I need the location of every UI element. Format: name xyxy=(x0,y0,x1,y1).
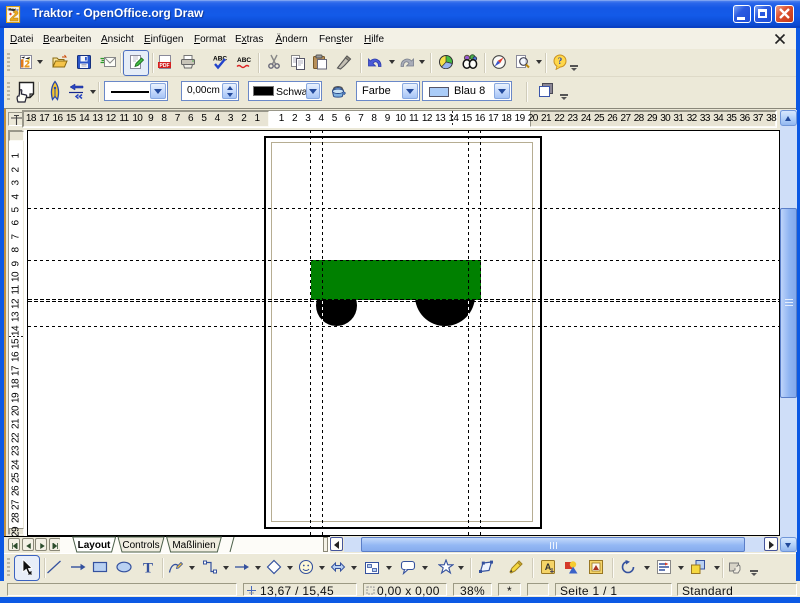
svg-text:ABC: ABC xyxy=(213,56,227,63)
svg-text:ABC: ABC xyxy=(237,57,251,64)
svg-text:Controls: Controls xyxy=(122,540,159,551)
svg-text:Layout: Layout xyxy=(78,540,111,551)
svg-text:?: ? xyxy=(558,56,563,66)
svg-text:PDF: PDF xyxy=(160,63,170,69)
svg-text:Maßlinien: Maßlinien xyxy=(172,540,215,551)
svg-text:A: A xyxy=(545,562,552,572)
svg-text:T: T xyxy=(143,561,153,576)
